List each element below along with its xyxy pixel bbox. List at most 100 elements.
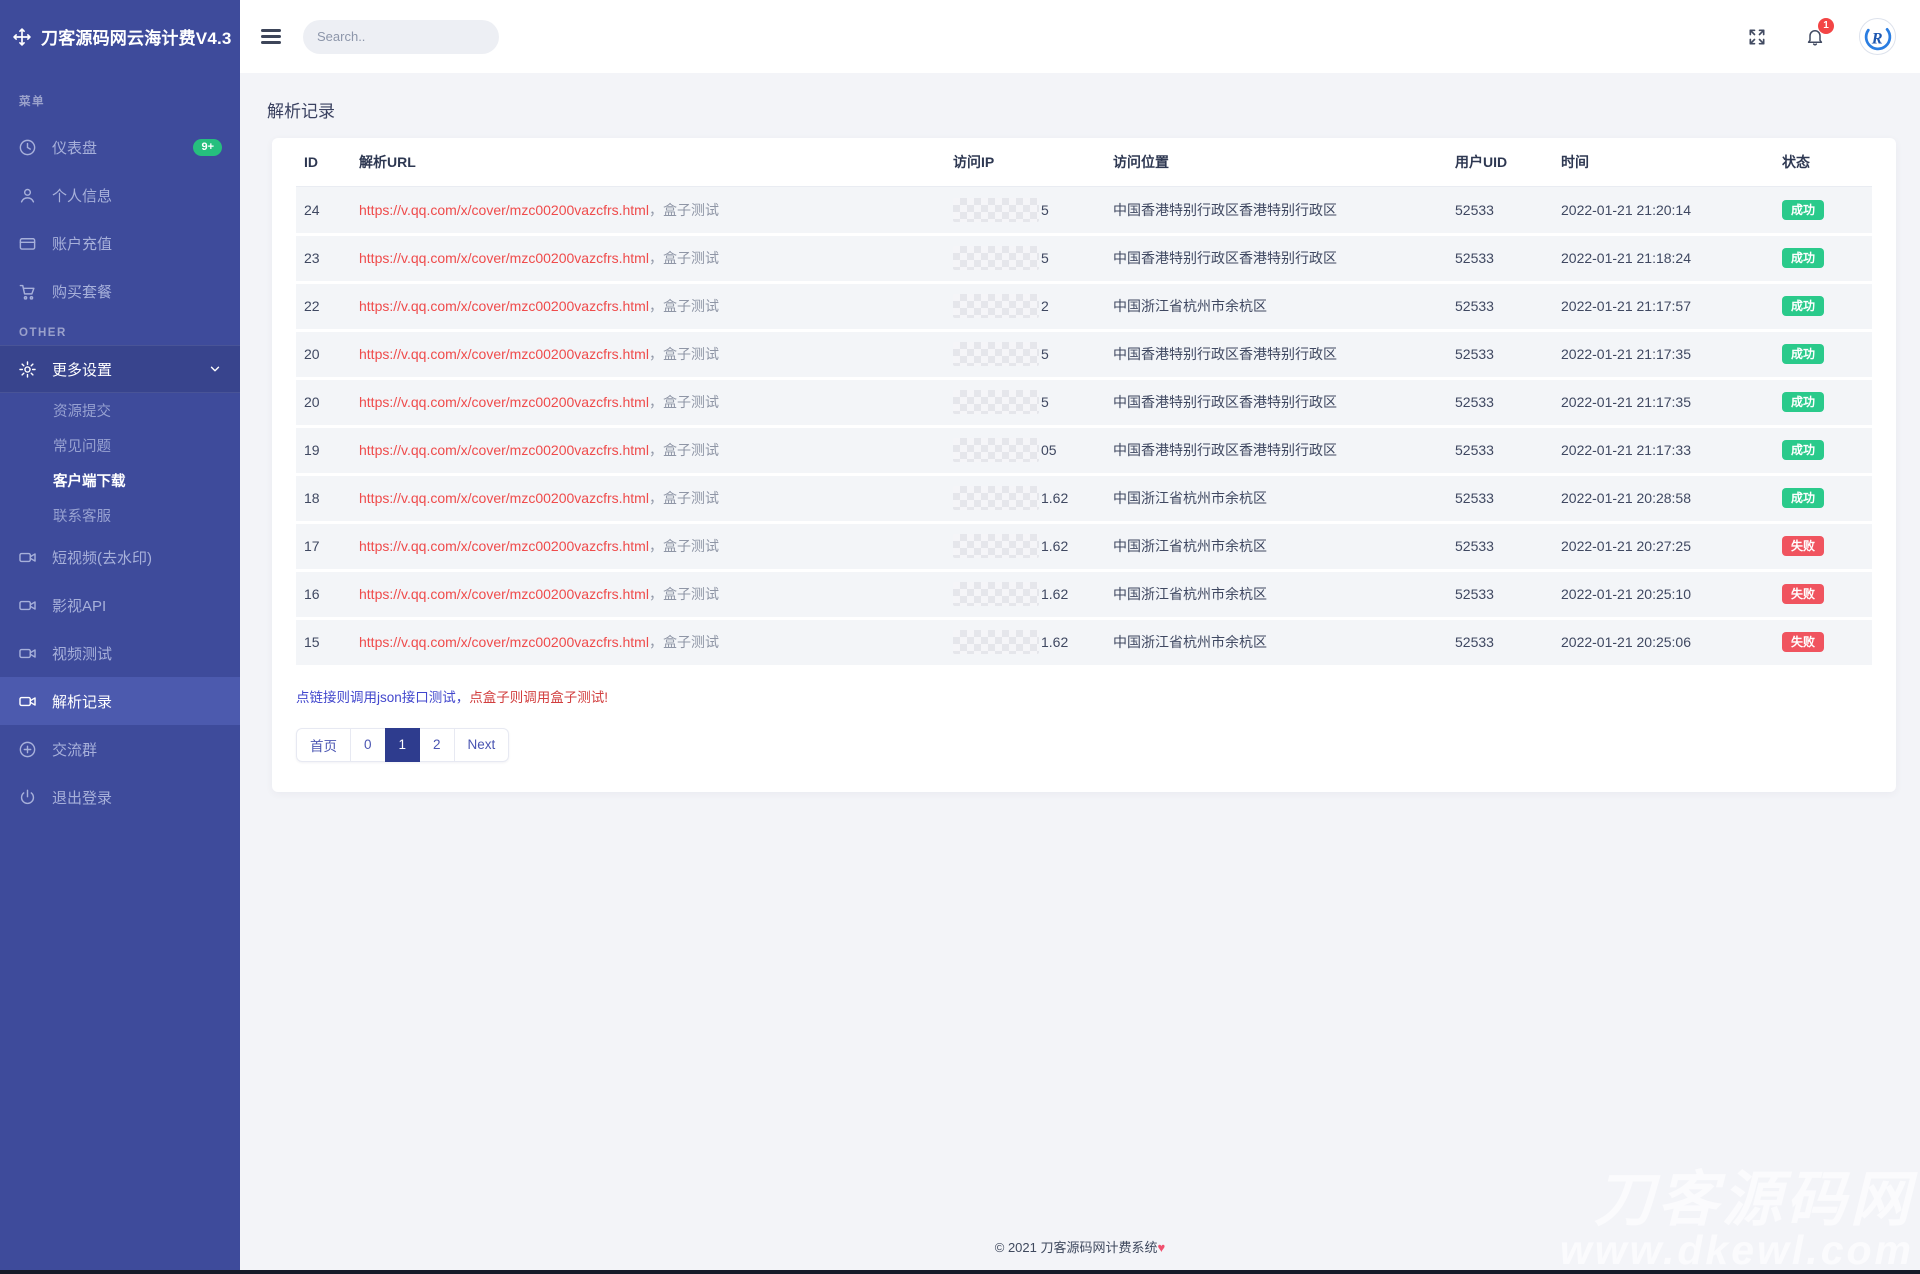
usage-note: 点链接则调用json接口测试，点盒子则调用盒子测试! <box>296 686 1872 706</box>
fullscreen-button[interactable] <box>1747 27 1767 47</box>
sidebar-subitem-faq[interactable]: 常见问题 <box>0 428 240 463</box>
avatar[interactable]: R <box>1859 18 1896 55</box>
parse-url-link[interactable]: https://v.qq.com/x/cover/mzc00200vazcfrs… <box>359 202 649 218</box>
sidebar-item-logout[interactable]: 退出登录 <box>0 773 240 821</box>
pagination-page-1-active[interactable]: 1 <box>385 728 421 762</box>
ip-tail: 1.62 <box>1041 634 1068 650</box>
cell-uid: 52533 <box>1447 474 1553 522</box>
header-ip: 访问IP <box>945 138 1105 186</box>
box-test-link[interactable]: 盒子测试 <box>663 538 719 554</box>
box-test-link[interactable]: 盒子测试 <box>663 586 719 602</box>
cell-uid: 52533 <box>1447 618 1553 666</box>
note-blue-text: 点链接则调用json接口测试， <box>296 690 469 705</box>
url-separator: ， <box>649 394 663 410</box>
copyright-text: © 2021 刀客源码网计费系统 <box>995 1240 1158 1255</box>
sidebar-item-short-video[interactable]: 短视频(去水印) <box>0 533 240 581</box>
sidebar-item-buy-package[interactable]: 购买套餐 <box>0 267 240 315</box>
cell-status: 成功 <box>1774 474 1872 522</box>
parse-url-link[interactable]: https://v.qq.com/x/cover/mzc00200vazcfrs… <box>359 442 649 458</box>
sidebar-section-other: OTHER <box>0 327 240 339</box>
cell-location: 中国浙江省杭州市余杭区 <box>1105 570 1447 618</box>
parse-url-link[interactable]: https://v.qq.com/x/cover/mzc00200vazcfrs… <box>359 538 649 554</box>
cell-id: 19 <box>296 426 351 474</box>
pagination-next-button[interactable]: Next <box>454 728 510 762</box>
cell-ip: 5 <box>945 378 1105 426</box>
sidebar-item-movie-api[interactable]: 影视API <box>0 581 240 629</box>
ip-redacted-mosaic <box>953 390 1039 414</box>
notification-count-badge: 1 <box>1818 18 1834 34</box>
cell-ip: 5 <box>945 234 1105 282</box>
heart-icon: ♥ <box>1158 1240 1166 1255</box>
parse-url-link[interactable]: https://v.qq.com/x/cover/mzc00200vazcfrs… <box>359 346 649 362</box>
cell-url: https://v.qq.com/x/cover/mzc00200vazcfrs… <box>351 522 945 570</box>
cell-status: 失败 <box>1774 570 1872 618</box>
box-test-link[interactable]: 盒子测试 <box>663 346 719 362</box>
cell-status: 成功 <box>1774 234 1872 282</box>
status-badge: 成功 <box>1782 248 1824 268</box>
header-time: 时间 <box>1553 138 1774 186</box>
box-test-link[interactable]: 盒子测试 <box>663 634 719 650</box>
parse-url-link[interactable]: https://v.qq.com/x/cover/mzc00200vazcfrs… <box>359 634 649 650</box>
cell-id: 16 <box>296 570 351 618</box>
records-table: ID 解析URL 访问IP 访问位置 用户UID 时间 状态 24 https:… <box>296 138 1872 668</box>
note-red-text: 点盒子则调用盒子测试! <box>469 690 608 705</box>
pagination: 首页 0 1 2 Next <box>296 728 509 762</box>
gear-icon <box>18 360 37 379</box>
sidebar-item-parse-records[interactable]: 解析记录 <box>0 677 240 725</box>
cell-url: https://v.qq.com/x/cover/mzc00200vazcfrs… <box>351 186 945 234</box>
box-test-link[interactable]: 盒子测试 <box>663 394 719 410</box>
cell-ip: 5 <box>945 186 1105 234</box>
parse-url-link[interactable]: https://v.qq.com/x/cover/mzc00200vazcfrs… <box>359 394 649 410</box>
records-card: ID 解析URL 访问IP 访问位置 用户UID 时间 状态 24 https:… <box>272 138 1896 792</box>
table-header-row: ID 解析URL 访问IP 访问位置 用户UID 时间 状态 <box>296 138 1872 186</box>
sidebar-item-label: 仪表盘 <box>52 137 97 158</box>
sidebar-item-label: 更多设置 <box>52 359 112 380</box>
cell-time: 2022-01-21 20:27:25 <box>1553 522 1774 570</box>
cart-icon <box>18 282 37 301</box>
parse-url-link[interactable]: https://v.qq.com/x/cover/mzc00200vazcfrs… <box>359 250 649 266</box>
box-test-link[interactable]: 盒子测试 <box>663 442 719 458</box>
app-title: 刀客源码网云海计费V4.3 <box>41 24 232 49</box>
cell-time: 2022-01-21 21:17:57 <box>1553 282 1774 330</box>
sidebar-item-chat-group[interactable]: 交流群 <box>0 725 240 773</box>
cell-time: 2022-01-21 20:25:06 <box>1553 618 1774 666</box>
search-input[interactable] <box>317 29 493 44</box>
cell-ip: 1.62 <box>945 618 1105 666</box>
parse-url-link[interactable]: https://v.qq.com/x/cover/mzc00200vazcfrs… <box>359 586 649 602</box>
sidebar-item-recharge[interactable]: 账户充值 <box>0 219 240 267</box>
cell-status: 成功 <box>1774 426 1872 474</box>
sidebar-item-label: 视频测试 <box>52 643 112 664</box>
pagination-page-2[interactable]: 2 <box>419 728 455 762</box>
sidebar-item-video-test[interactable]: 视频测试 <box>0 629 240 677</box>
sidebar-item-more-settings[interactable]: 更多设置 <box>0 345 240 393</box>
cell-time: 2022-01-21 21:20:14 <box>1553 186 1774 234</box>
status-badge: 成功 <box>1782 344 1824 364</box>
status-badge: 成功 <box>1782 440 1824 460</box>
site-watermark: 刀客源码网 www.dkewl.com <box>1560 1169 1914 1272</box>
video-camera-icon <box>18 644 37 663</box>
sidebar-subitem-client-download[interactable]: 客户端下载 <box>0 463 240 498</box>
cell-location: 中国香港特别行政区香港特别行政区 <box>1105 186 1447 234</box>
sidebar-subitem-contact-support[interactable]: 联系客服 <box>0 498 240 533</box>
parse-url-link[interactable]: https://v.qq.com/x/cover/mzc00200vazcfrs… <box>359 490 649 506</box>
pagination-page-0[interactable]: 0 <box>350 728 386 762</box>
cell-status: 成功 <box>1774 282 1872 330</box>
sidebar-item-dashboard[interactable]: 仪表盘 9+ <box>0 123 240 171</box>
box-test-link[interactable]: 盒子测试 <box>663 202 719 218</box>
parse-url-link[interactable]: https://v.qq.com/x/cover/mzc00200vazcfrs… <box>359 298 649 314</box>
sidebar-item-profile[interactable]: 个人信息 <box>0 171 240 219</box>
sidebar-subitem-resource-submit[interactable]: 资源提交 <box>0 393 240 428</box>
cell-ip: 1.62 <box>945 570 1105 618</box>
box-test-link[interactable]: 盒子测试 <box>663 250 719 266</box>
cell-uid: 52533 <box>1447 234 1553 282</box>
box-test-link[interactable]: 盒子测试 <box>663 490 719 506</box>
menu-toggle-button[interactable] <box>261 25 281 47</box>
box-test-link[interactable]: 盒子测试 <box>663 298 719 314</box>
header-status: 状态 <box>1774 138 1872 186</box>
cell-location: 中国浙江省杭州市余杭区 <box>1105 282 1447 330</box>
cell-uid: 52533 <box>1447 522 1553 570</box>
app-logo[interactable]: 刀客源码网云海计费V4.3 <box>0 0 240 73</box>
cell-url: https://v.qq.com/x/cover/mzc00200vazcfrs… <box>351 474 945 522</box>
notifications-button[interactable]: 1 <box>1805 27 1825 47</box>
pagination-first-button[interactable]: 首页 <box>296 728 351 762</box>
